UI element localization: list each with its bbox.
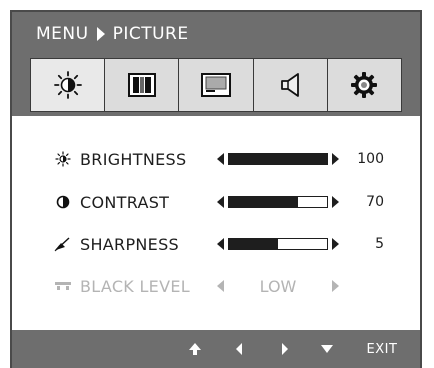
brightness-value: 100 (357, 151, 384, 167)
right-arrow-icon[interactable] (274, 330, 296, 368)
sharpness-decrease-icon[interactable] (217, 238, 224, 250)
sharpness-label: SHARPNESS (80, 234, 179, 254)
sharpness-row[interactable]: SHARPNESS 5 (12, 231, 420, 257)
contrast-row[interactable]: CONTRAST 70 (12, 189, 420, 215)
tab-display[interactable] (179, 59, 254, 111)
brightness-label: BRIGHTNESS (80, 149, 187, 169)
sharpness-icon (54, 235, 72, 253)
breadcrumb-separator-icon (96, 27, 105, 41)
black-level-label: BLACK LEVEL (80, 276, 190, 296)
black-level-increase-icon (332, 280, 339, 292)
sharpness-slider-fill (229, 239, 278, 249)
up-arrow-icon[interactable] (184, 330, 206, 368)
black-level-row: BLACK LEVEL LOW (12, 273, 420, 299)
exit-button[interactable]: EXIT (358, 330, 406, 368)
black-level-decrease-icon (217, 280, 224, 292)
contrast-value: 70 (366, 194, 384, 210)
contrast-slider-fill (229, 197, 298, 207)
speaker-icon (281, 73, 300, 97)
brightness-row[interactable]: BRIGHTNESS 100 (12, 146, 420, 172)
color-bars-icon (127, 73, 156, 97)
osd-window: MENU PICTURE BRIGHTNESS 100 CONTRAST 70 … (10, 10, 422, 368)
contrast-decrease-icon[interactable] (217, 196, 224, 208)
black-level-value: LOW (259, 276, 297, 296)
brightness-increase-icon[interactable] (332, 153, 339, 165)
left-arrow-icon[interactable] (228, 330, 250, 368)
brightness-decrease-icon[interactable] (217, 153, 224, 165)
breadcrumb-current: PICTURE (112, 24, 189, 44)
sun-icon (54, 150, 72, 168)
screen-icon (201, 73, 231, 97)
tab-audio[interactable] (253, 59, 328, 111)
black-level-icon (54, 277, 72, 295)
brightness-slider-fill (229, 154, 327, 164)
gear-icon (351, 72, 378, 98)
sharpness-increase-icon[interactable] (332, 238, 339, 250)
contrast-slider[interactable] (228, 196, 328, 208)
tab-setup[interactable] (327, 59, 402, 111)
breadcrumb-root: MENU (36, 24, 89, 44)
tab-brightness[interactable] (31, 59, 106, 111)
tab-color[interactable] (105, 59, 180, 111)
brightness-slider[interactable] (228, 153, 328, 165)
contrast-increase-icon[interactable] (332, 196, 339, 208)
breadcrumb: MENU PICTURE (36, 24, 189, 44)
osd-footer: EXIT (12, 330, 420, 368)
contrast-icon (54, 193, 72, 211)
down-arrow-icon[interactable] (316, 330, 338, 368)
osd-header: MENU PICTURE (12, 12, 420, 116)
contrast-label: CONTRAST (80, 192, 170, 212)
category-tabs (30, 58, 402, 112)
sharpness-slider[interactable] (228, 238, 328, 250)
sharpness-value: 5 (375, 236, 384, 252)
brightness-icon (53, 71, 82, 99)
